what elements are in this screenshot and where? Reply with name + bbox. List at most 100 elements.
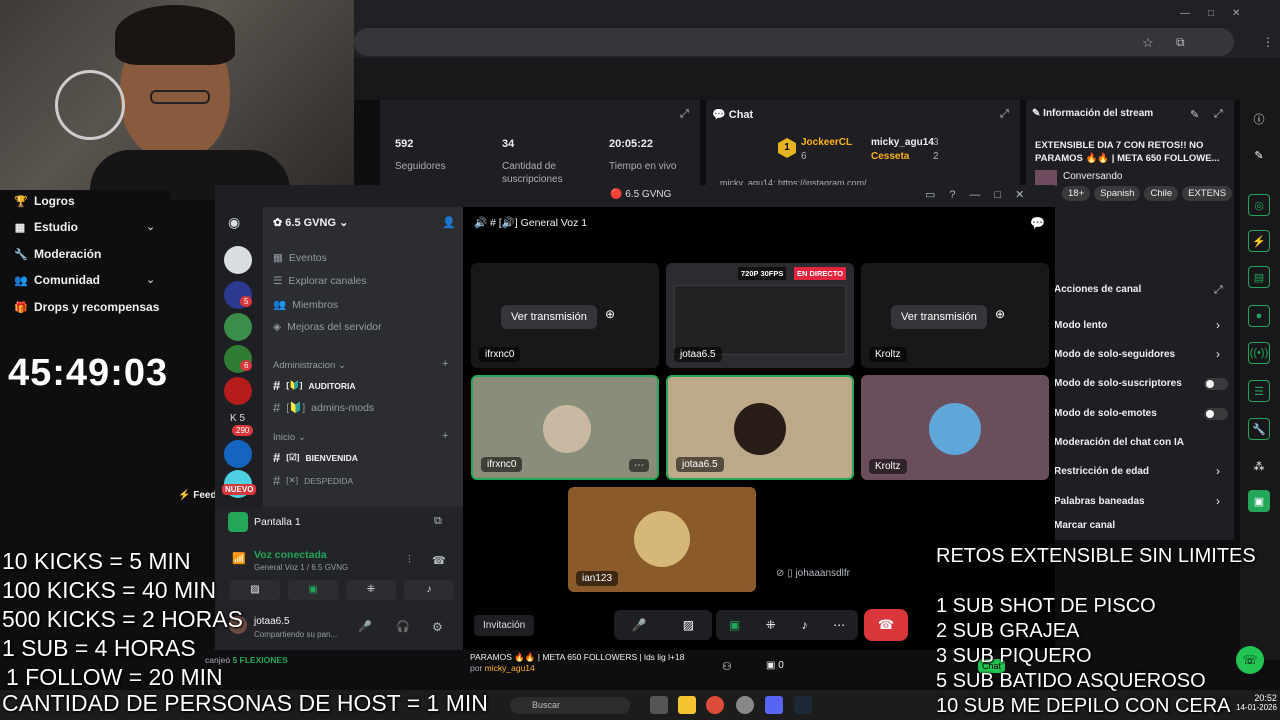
chat-icon[interactable]: 💬 bbox=[1030, 216, 1045, 230]
folder-icon[interactable] bbox=[678, 696, 696, 714]
setting-mark-channel[interactable]: Marcar canal bbox=[1054, 520, 1115, 531]
soundboard-icon[interactable]: ♪ bbox=[802, 618, 808, 632]
add-member-icon[interactable]: 👤 bbox=[442, 216, 456, 229]
setting-banned-words[interactable]: Palabras baneadas bbox=[1054, 496, 1145, 507]
subs-only-toggle[interactable] bbox=[1204, 378, 1228, 390]
channel-admins-mods[interactable]: # [🔰] admins-mods bbox=[273, 400, 374, 415]
menu-events[interactable]: ▦ Eventos bbox=[273, 252, 327, 264]
nav-item-moderation[interactable]: 🔧 Moderación bbox=[14, 247, 101, 261]
disconnect-icon[interactable]: ☎ bbox=[432, 554, 446, 567]
menu-icon[interactable]: ⋮ bbox=[1262, 35, 1274, 49]
extensions-icon[interactable]: ⧉ bbox=[1176, 35, 1185, 50]
live-stream-tile[interactable]: 720P 30FPS EN DIRECTO jotaa6.5 bbox=[666, 263, 854, 368]
menu-boosts[interactable]: ◈ Mejoras del servidor bbox=[273, 321, 382, 333]
pencil-icon[interactable]: ✎ bbox=[1248, 144, 1270, 166]
settings-gear-icon[interactable]: ⚙ bbox=[432, 620, 443, 634]
window-controls[interactable]: —□✕ bbox=[1180, 8, 1258, 19]
chevron-right-icon[interactable]: › bbox=[1216, 318, 1220, 332]
guild-icon[interactable] bbox=[224, 377, 252, 405]
setting-age-restriction[interactable]: Restricción de edad bbox=[1054, 466, 1149, 477]
chat-bubble-icon[interactable]: ● bbox=[1248, 305, 1270, 327]
feed-label[interactable]: ⚡ Feed bbox=[178, 490, 217, 501]
setting-subs-only[interactable]: Modo de solo-suscriptores bbox=[1054, 378, 1182, 389]
menu-members[interactable]: 👥 Miembros bbox=[273, 298, 338, 312]
tag[interactable]: Spanish bbox=[1094, 186, 1141, 201]
nav-item-achievements[interactable]: 🏆 Logros bbox=[14, 194, 75, 208]
bolt-icon[interactable]: ⚡ bbox=[1248, 230, 1270, 252]
broadcast-icon[interactable]: ((•)) bbox=[1248, 342, 1270, 364]
stage-name[interactable]: Pantalla 1 bbox=[254, 516, 301, 528]
more-icon[interactable]: ⋯ bbox=[629, 459, 649, 472]
user-tile[interactable]: Kroltz bbox=[861, 375, 1049, 480]
tag[interactable]: 18+ bbox=[1062, 186, 1091, 201]
setting-followers-only[interactable]: Modo de solo-seguidores bbox=[1054, 349, 1175, 360]
guild-icon[interactable] bbox=[224, 440, 252, 468]
watch-stream-button[interactable]: Ver transmisión bbox=[891, 305, 987, 329]
chevron-down-icon[interactable]: ⌄ bbox=[146, 273, 155, 286]
people-icon[interactable]: ⚇ bbox=[722, 660, 732, 673]
category-inicio[interactable]: Inicio ⌄ bbox=[273, 432, 306, 443]
wrench-icon[interactable]: 🔧 bbox=[1248, 418, 1270, 440]
tag[interactable]: EXTENS bbox=[1182, 186, 1233, 201]
guild-text-icon[interactable]: K 5 bbox=[230, 413, 245, 424]
watch-stream-button[interactable]: Ver transmisión bbox=[501, 305, 597, 329]
add-channel-icon[interactable]: + bbox=[442, 358, 448, 370]
setting-ai-moderation[interactable]: Moderación del chat con IA bbox=[1054, 437, 1184, 448]
setting-emotes-only[interactable]: Modo de solo-emotes bbox=[1054, 408, 1157, 419]
popout-icon[interactable]: ⤢ bbox=[1214, 284, 1223, 297]
green-app-icon[interactable]: ▣ bbox=[1248, 490, 1270, 512]
discord-icon[interactable] bbox=[765, 696, 783, 714]
hangup-button[interactable]: ☎ bbox=[864, 609, 908, 641]
screen-share-icon[interactable]: ▣ bbox=[288, 580, 338, 600]
activities-icon[interactable]: ⁜ bbox=[346, 580, 396, 600]
nav-item-studio[interactable]: ▦ Estudio bbox=[14, 220, 78, 234]
nav-item-community[interactable]: 👥 Comunidad bbox=[14, 273, 100, 287]
chrome-icon[interactable] bbox=[706, 696, 724, 714]
task-view-icon[interactable] bbox=[650, 696, 668, 714]
setting-slow-mode[interactable]: Modo lento bbox=[1054, 320, 1107, 331]
user-tile[interactable]: ian123 bbox=[568, 487, 756, 592]
emotes-only-toggle[interactable] bbox=[1204, 408, 1228, 420]
screen-share-icon[interactable]: ▣ bbox=[729, 618, 740, 632]
target-icon[interactable]: ◎ bbox=[1248, 194, 1270, 216]
apps-icon[interactable]: ⁂ bbox=[1248, 455, 1270, 477]
camera-off-icon[interactable]: ▨ bbox=[230, 580, 280, 600]
hidden-user[interactable]: ⊘ ▯ johaaansdlfr bbox=[776, 568, 850, 579]
nav-item-drops[interactable]: 🎁 Drops y recompensas bbox=[14, 300, 159, 314]
list-icon[interactable]: ☰ bbox=[1248, 380, 1270, 402]
channel-auditoria[interactable]: # [🔰] AUDITORIA bbox=[273, 378, 356, 393]
popout-icon[interactable]: ⤢ bbox=[1214, 108, 1223, 121]
soundboard-icon[interactable]: ♪ bbox=[404, 580, 454, 600]
camera-off-icon[interactable]: ▨ bbox=[683, 618, 694, 632]
popout-icon[interactable]: ⊕ bbox=[605, 307, 615, 321]
chevron-down-icon[interactable]: ⌄ bbox=[146, 220, 155, 233]
bookmark-star-icon[interactable]: ☆ bbox=[1142, 35, 1154, 51]
noise-icon[interactable]: ⫶ bbox=[408, 554, 411, 567]
invite-button[interactable]: Invitación bbox=[474, 615, 535, 636]
chevron-right-icon[interactable]: › bbox=[1216, 347, 1220, 361]
support-icon[interactable]: ☏ bbox=[1236, 646, 1264, 674]
popout-icon[interactable]: ⊕ bbox=[995, 307, 1005, 321]
clipboard-icon[interactable]: ▤ bbox=[1248, 266, 1270, 288]
activities-icon[interactable]: ⁜ bbox=[766, 618, 776, 632]
user-tile[interactable]: ifrxnc0 ⋯ bbox=[471, 375, 659, 480]
popout-icon[interactable]: ⧉ bbox=[434, 515, 442, 528]
headphones-icon[interactable]: 🎧 bbox=[396, 620, 410, 633]
address-bar[interactable] bbox=[354, 28, 1234, 56]
discord-window-controls[interactable]: ▭?—□✕ bbox=[925, 188, 1038, 201]
user-tile[interactable]: jotaa6.5 bbox=[666, 375, 854, 480]
discord-logo-icon[interactable]: ◉ bbox=[228, 214, 240, 231]
edit-icon[interactable]: ✎ bbox=[1190, 108, 1199, 121]
search-box[interactable]: Buscar bbox=[510, 697, 630, 714]
popout-icon[interactable]: ⤢ bbox=[1000, 108, 1009, 121]
mic-icon[interactable]: 🎤 bbox=[632, 618, 647, 632]
steam-icon[interactable] bbox=[794, 696, 812, 714]
stream-tile[interactable]: Ver transmisión ⊕ Kroltz bbox=[861, 263, 1049, 368]
mic-icon[interactable]: 🎤 bbox=[358, 620, 372, 633]
channel-despedida[interactable]: # [✕] DESPEDIDA bbox=[273, 473, 353, 488]
guild-icon[interactable] bbox=[224, 313, 252, 341]
server-name[interactable]: ✿ 6.5 GVNG ⌄ bbox=[273, 216, 348, 229]
menu-explore[interactable]: ☰ Explorar canales bbox=[273, 275, 367, 287]
stream-tile[interactable]: Ver transmisión ⊕ ifrxnc0 bbox=[471, 263, 659, 368]
category-admin[interactable]: Administracion ⌄ bbox=[273, 360, 346, 371]
